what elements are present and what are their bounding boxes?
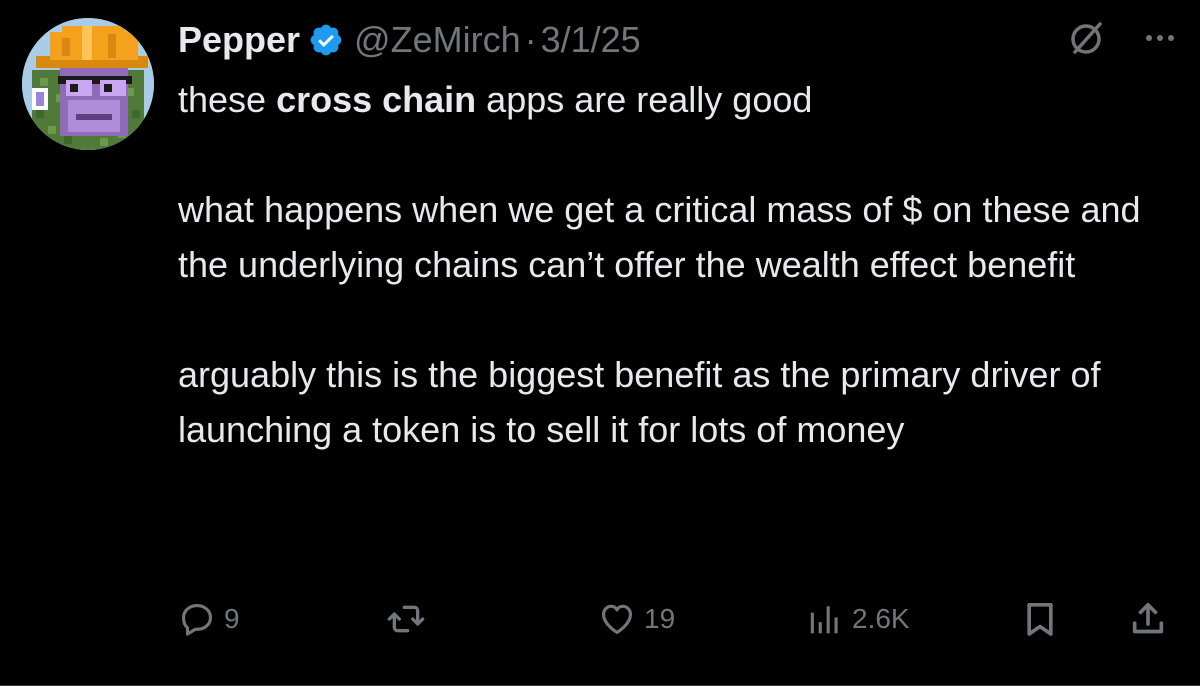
views-icon — [810, 606, 838, 634]
bookmark-icon — [1027, 603, 1053, 636]
more-options-icon[interactable] — [1140, 18, 1180, 63]
views-count: 2.6K — [852, 603, 910, 634]
tweet-header: Pepper @ZeMirch · 3/1/25 — [178, 16, 641, 64]
tweet-line-1: these cross chain apps are really good — [178, 72, 1178, 127]
tweet-line-1-pre: these — [178, 79, 277, 120]
tweet-top-actions — [1066, 18, 1180, 63]
repost-button[interactable] — [386, 594, 426, 644]
share-icon — [1132, 603, 1164, 634]
like-count: 19 — [644, 603, 676, 634]
tweet-paragraph-3: arguably this is the biggest benefit as … — [178, 354, 1101, 450]
repost-icon — [387, 605, 425, 633]
reply-button[interactable]: 9 — [178, 594, 240, 644]
reply-icon — [181, 603, 213, 636]
tweet-text: these cross chain apps are really good w… — [178, 72, 1178, 457]
like-button[interactable]: 19 — [598, 594, 675, 644]
share-button[interactable] — [1128, 594, 1168, 644]
tweet-bold-phrase: cross chain — [276, 79, 477, 120]
avatar[interactable] — [22, 18, 154, 150]
avatar-image — [22, 18, 154, 150]
tweet-actions: 9 19 2.6K — [178, 594, 1170, 644]
tweet-paragraph-2: what happens when we get a critical mass… — [178, 189, 1141, 285]
tweet: Pepper @ZeMirch · 3/1/25 these cross cha… — [0, 0, 1200, 686]
tweet-line-1-post: apps are really good — [476, 79, 813, 120]
like-icon — [601, 604, 633, 635]
author-handle[interactable]: @ZeMirch — [354, 16, 521, 64]
tweet-date[interactable]: 3/1/25 — [541, 16, 641, 64]
reply-count: 9 — [224, 603, 240, 634]
header-separator: · — [524, 19, 537, 60]
views-button[interactable]: 2.6K — [806, 594, 910, 644]
verified-badge-icon — [308, 22, 344, 58]
grok-icon[interactable] — [1066, 18, 1106, 63]
bookmark-button[interactable] — [1020, 594, 1060, 644]
display-name[interactable]: Pepper — [178, 16, 300, 64]
